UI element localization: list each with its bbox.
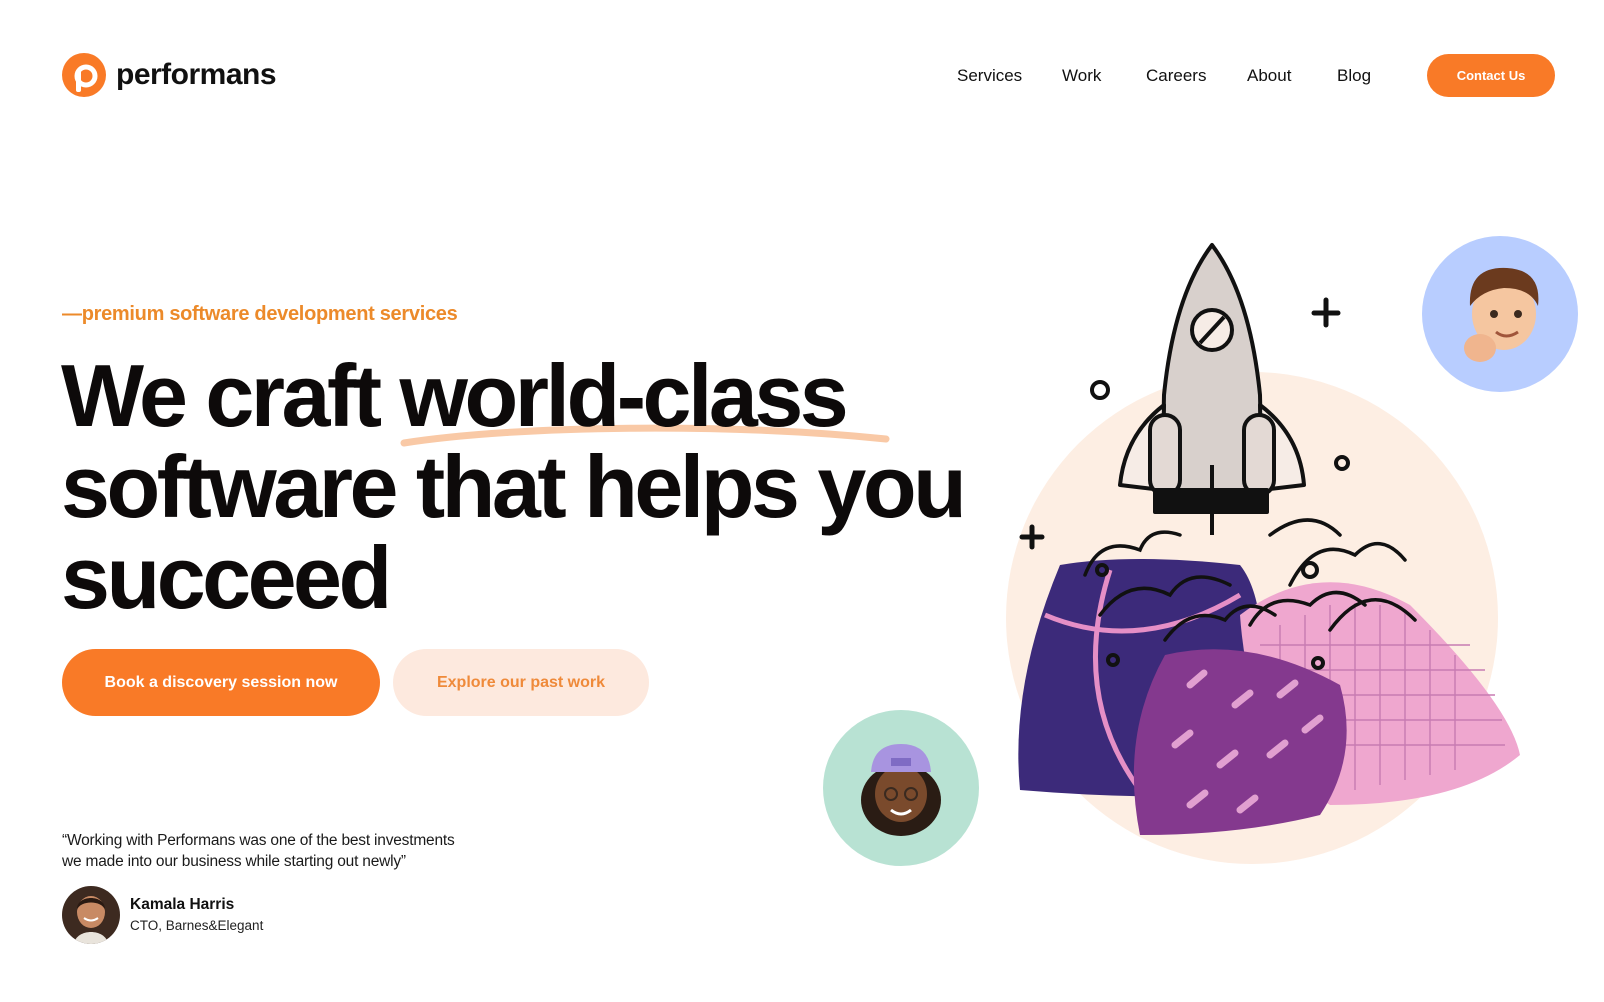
nav-item-work[interactable]: Work	[1062, 66, 1101, 86]
headline-line-2: software that helps you	[61, 437, 967, 536]
headline-line-1: We craft world-class	[61, 346, 849, 445]
memoji-avatar-woman	[823, 710, 979, 866]
nav-item-careers[interactable]: Careers	[1146, 66, 1206, 86]
hero-headline: We craft world-class software that helps…	[61, 350, 981, 623]
author-photo-icon	[62, 886, 120, 944]
author-title: CTO, Barnes&Elegant	[130, 918, 264, 933]
nav-item-about[interactable]: About	[1247, 66, 1291, 86]
nav-item-services[interactable]: Services	[957, 66, 1022, 86]
testimonial-quote: “Working with Performans was one of the …	[62, 830, 502, 872]
headline-line-3: succeed	[61, 528, 392, 627]
quote-line-2: we made into our business while starting…	[62, 853, 406, 870]
quote-line-1: “Working with Performans was one of the …	[62, 832, 455, 849]
contact-us-button[interactable]: Contact Us	[1427, 54, 1555, 97]
nav-item-blog[interactable]: Blog	[1337, 66, 1371, 86]
explore-work-button[interactable]: Explore our past work	[393, 649, 649, 716]
landing-page: performans Services Work Careers About B…	[0, 0, 1604, 1002]
main-nav: Services Work Careers About Blog	[0, 66, 1604, 90]
book-discovery-button[interactable]: Book a discovery session now	[62, 649, 380, 716]
hero-eyebrow: —premium software development services	[62, 303, 458, 325]
author-name: Kamala Harris	[130, 896, 235, 913]
author-avatar	[62, 886, 120, 944]
memoji-avatar-man	[1422, 236, 1578, 392]
memoji-woman-icon	[861, 744, 941, 836]
memoji-man-icon	[1464, 267, 1539, 362]
